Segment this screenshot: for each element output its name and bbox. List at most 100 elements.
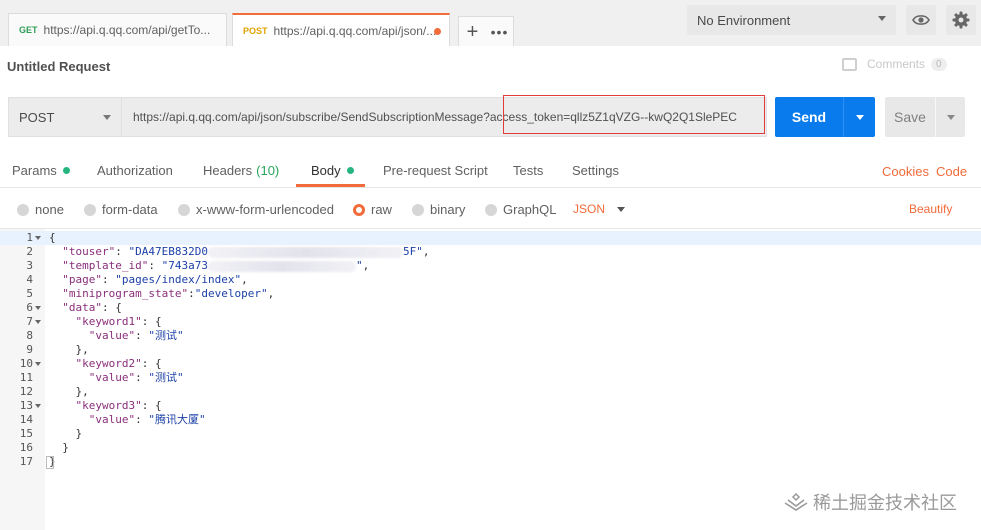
radio-icon [17,203,29,216]
tab-authorization[interactable]: Authorization [97,163,173,178]
active-tab-indicator [296,184,365,187]
body-type-urlencoded[interactable]: x-www-form-urlencoded [178,202,334,217]
code-text: "touser": "DA47EB832D0 5F", [62,245,430,258]
tab-prerequest-script[interactable]: Pre-request Script [383,163,488,178]
chevron-down-icon [103,115,111,120]
cookies-link[interactable]: Cookies [882,164,929,179]
fold-icon[interactable] [35,306,41,310]
code-line: 5 "miniprogram_state":"developer", [0,287,981,301]
tab-headers-label: Headers [203,163,253,178]
more-tabs-button[interactable]: ••• [486,17,513,46]
line-number: 5 [26,287,33,300]
line-number: 3 [26,259,33,272]
line-number: 16 [19,441,33,454]
tab-label: https://api.q.qq.com/api/json/... [273,23,437,38]
code-line: 13 "keyword3": { [0,399,981,413]
keyword1-value: "测试" [148,329,184,342]
code-line: 8 "value": "测试" [0,329,981,343]
code-text: }, [49,385,89,398]
body-type-label: none [35,202,64,217]
body-type-graphql[interactable]: GraphQL [485,202,556,217]
line-number: 14 [19,413,33,426]
raw-format-select[interactable]: JSON [573,202,626,216]
code-line: 4 "page": "pages/index/index", [0,273,981,287]
line-number: 8 [26,329,33,342]
code-line: 14 "value": "腾讯大厦" [0,413,981,427]
body-type-binary[interactable]: binary [412,202,465,217]
body-type-form-data[interactable]: form-data [84,202,158,217]
code-editor[interactable]: 1 { 2 "touser": "DA47EB832D0 5F", 3 "temp… [0,228,981,530]
watermark: 稀土掘金技术社区 [783,489,957,515]
request-title[interactable]: Untitled Request [7,59,110,74]
method-select[interactable]: POST [8,97,122,137]
tab-params[interactable]: Params [12,163,70,178]
template-value-prefix: "743a73 [161,259,208,272]
body-type-raw[interactable]: raw [353,202,392,217]
code-line: 17 } [0,455,981,469]
save-button[interactable]: Save [885,97,965,137]
body-type-label: binary [430,202,466,217]
tab-method: GET [19,25,38,35]
code-text: "page": "pages/index/index", [62,273,248,286]
code-text: "keyword1": { [75,315,162,328]
environment-select[interactable]: No Environment [687,5,896,35]
fold-icon[interactable] [35,236,41,240]
chevron-down-icon [617,206,626,212]
tab-settings[interactable]: Settings [572,163,619,178]
body-type-none[interactable]: none [17,202,64,217]
code-line: 15 } [0,427,981,441]
tab-label: https://api.q.qq.com/api/getTo... [43,23,211,37]
comment-icon [842,57,857,71]
line-number: 6 [26,301,33,314]
code-text: } [49,427,83,440]
tab-headers[interactable]: Headers (10) [203,163,279,178]
manage-environments-button[interactable] [946,5,976,35]
code-text: "data": { [62,301,122,314]
line-number: 7 [26,315,33,328]
send-label: Send [791,109,827,125]
watermark-text: 稀土掘金技术社区 [813,493,957,514]
comments-count-badge: 0 [931,57,947,71]
body-type-label: raw [371,202,392,217]
fold-icon[interactable] [35,320,41,324]
code-line: 10 "keyword2": { [0,357,981,371]
environment-label: No Environment [697,12,791,28]
comments-button[interactable]: Comments 0 [842,57,947,71]
tab-controls: + ••• [458,16,514,46]
code-text: "keyword2": { [75,357,162,370]
code-text: "keyword3": { [75,399,162,412]
request-subtabs: Params Authorization Headers (10) Body Pr… [0,158,981,188]
state-value: "developer" [194,287,268,300]
touser-value-suffix: 5F" [402,245,423,258]
tab-tests[interactable]: Tests [513,163,543,178]
request-tab-post[interactable]: POST https://api.q.qq.com/api/json/... [232,13,450,46]
line-number: 10 [19,357,33,370]
radio-icon [412,203,424,216]
method-label: POST [19,109,55,125]
code-text: "value": "测试" [88,329,184,342]
send-button[interactable]: Send [775,97,875,137]
code-text: }, [49,343,89,356]
radio-selected-icon [353,203,365,216]
line-number: 13 [19,399,33,412]
fold-icon[interactable] [35,362,41,366]
fold-icon[interactable] [35,404,41,408]
bracket-match-marker [46,456,54,469]
request-tab-get[interactable]: GET https://api.q.qq.com/api/getTo... [8,13,227,46]
code-text: "value": "测试" [88,371,184,384]
beautify-link[interactable]: Beautify [909,202,952,216]
save-label: Save [894,109,926,125]
body-type-label: x-www-form-urlencoded [196,202,334,217]
new-tab-button[interactable]: + [459,17,486,46]
line-number: 4 [26,273,33,286]
active-dot-icon [346,167,354,174]
save-options-button[interactable] [936,114,965,120]
code-link[interactable]: Code [936,164,967,179]
code-line: 7 "keyword1": { [0,315,981,329]
tab-body[interactable]: Body [311,163,354,178]
tab-strip: GET https://api.q.qq.com/api/getTo... PO… [0,0,981,46]
keyword2-value: "测试" [148,371,184,384]
send-options-button[interactable] [844,114,875,120]
environment-quick-look-button[interactable] [906,5,936,35]
line-number: 1 [26,231,33,244]
